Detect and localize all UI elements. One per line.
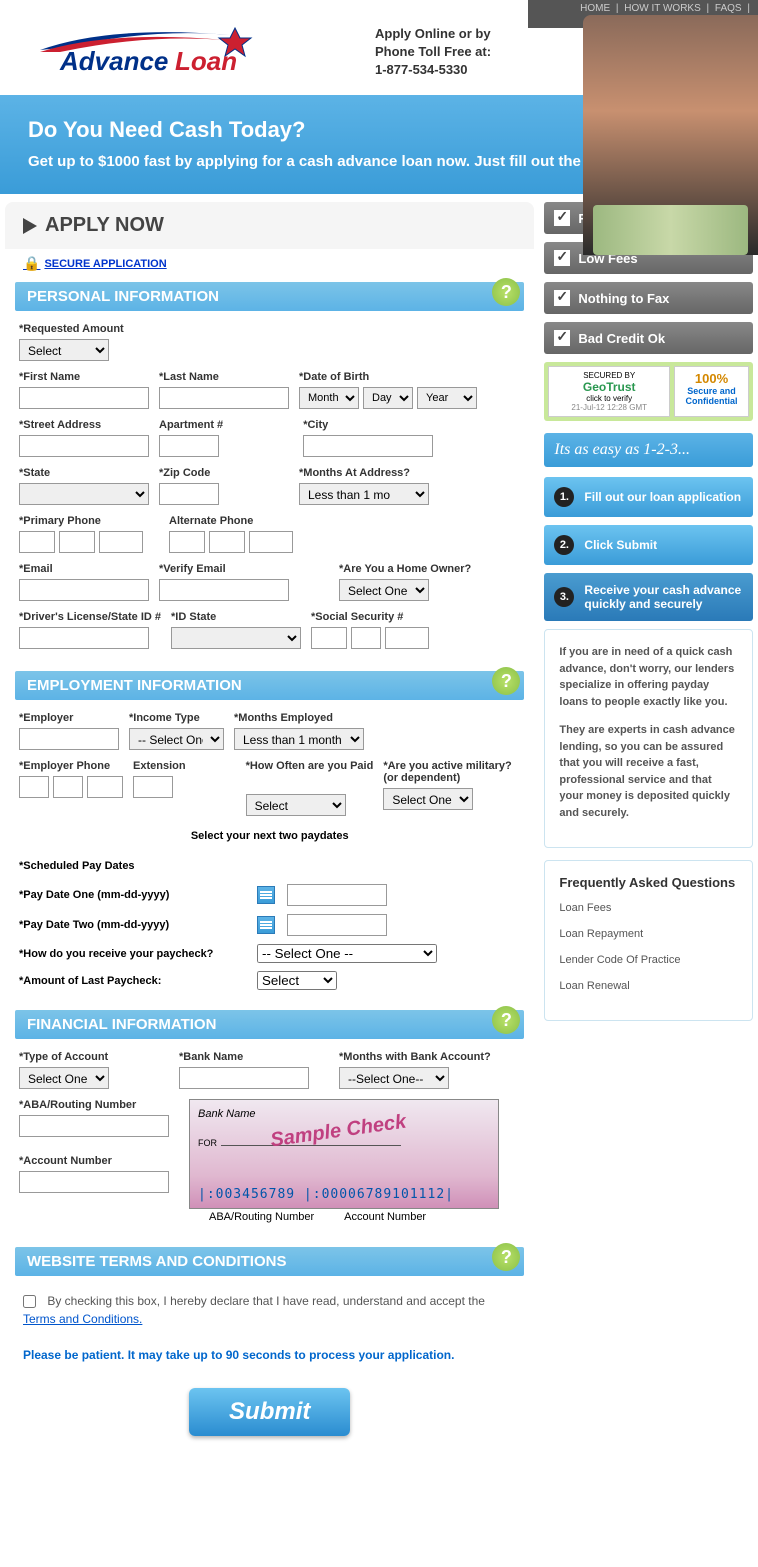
dob-month-select[interactable]: Month	[299, 387, 359, 409]
trust-badges: SECURED BY GeoTrust click to verify 21-J…	[544, 362, 753, 421]
routing-input[interactable]	[19, 1115, 169, 1137]
faq-box: Frequently Asked Questions Loan Fees Loa…	[544, 860, 753, 1021]
submit-button[interactable]: Submit	[189, 1388, 350, 1436]
dob-year-select[interactable]: Year	[417, 387, 477, 409]
calendar-icon[interactable]	[257, 886, 275, 904]
months-employed-select[interactable]: Less than 1 month	[234, 728, 364, 750]
license-input[interactable]	[19, 627, 149, 649]
terms-checkbox[interactable]	[23, 1295, 36, 1308]
secure-application-link[interactable]: 🔒 SECURE APPLICATION	[5, 249, 534, 278]
secure-badge: 100% Secure and Confidential	[674, 366, 749, 417]
check-icon	[554, 330, 570, 346]
step-3: 3.Receive your cash advance quickly and …	[544, 573, 753, 621]
help-icon[interactable]: ?	[492, 1006, 520, 1034]
hero-image	[583, 15, 758, 255]
account-number-input[interactable]	[19, 1171, 169, 1193]
ssn-input[interactable]	[311, 627, 429, 649]
svg-text:Loan: Loan	[175, 46, 237, 76]
geotrust-badge[interactable]: SECURED BY GeoTrust click to verify 21-J…	[548, 366, 670, 417]
street-input[interactable]	[19, 435, 149, 457]
last-name-input[interactable]	[159, 387, 289, 409]
dob-day-select[interactable]: Day	[363, 387, 413, 409]
bank-name-input[interactable]	[179, 1067, 309, 1089]
help-icon[interactable]: ?	[492, 1243, 520, 1271]
zip-input[interactable]	[159, 483, 219, 505]
pay-frequency-select[interactable]: Select	[246, 794, 346, 816]
terms-link[interactable]: Terms and Conditions.	[23, 1312, 142, 1326]
apartment-input[interactable]	[159, 435, 219, 457]
check-icon	[554, 290, 570, 306]
paydate1-input[interactable]	[287, 884, 387, 906]
alt-phone-input[interactable]	[169, 531, 293, 553]
account-type-select[interactable]: Select One	[19, 1067, 109, 1089]
feature-bad-credit: Bad Credit Ok	[544, 322, 753, 354]
info-box: If you are in need of a quick cash advan…	[544, 629, 753, 848]
employer-input[interactable]	[19, 728, 119, 750]
state-select[interactable]	[19, 483, 149, 505]
faq-link-repayment[interactable]: Loan Repayment	[559, 928, 738, 940]
email-input[interactable]	[19, 579, 149, 601]
nav-faqs[interactable]: FAQS	[715, 3, 742, 14]
help-icon[interactable]: ?	[492, 278, 520, 306]
verify-email-input[interactable]	[159, 579, 289, 601]
paydate2-input[interactable]	[287, 914, 387, 936]
homeowner-select[interactable]: Select One	[339, 579, 429, 601]
section-financial: FINANCIAL INFORMATION?	[15, 1010, 524, 1039]
patience-message: Please be patient. It may take up to 90 …	[5, 1340, 534, 1370]
step-1: 1.Fill out our loan application	[544, 477, 753, 517]
arrow-right-icon	[23, 218, 37, 234]
requested-amount-select[interactable]: Select	[19, 339, 109, 361]
first-name-input[interactable]	[19, 387, 149, 409]
step-2: 2.Click Submit	[544, 525, 753, 565]
months-bank-select[interactable]: --Select One--	[339, 1067, 449, 1089]
city-input[interactable]	[303, 435, 433, 457]
faq-link-renewal[interactable]: Loan Renewal	[559, 980, 738, 992]
last-paycheck-select[interactable]: Select	[257, 971, 337, 990]
svg-text:Advance: Advance	[59, 46, 168, 76]
calendar-icon[interactable]	[257, 916, 275, 934]
feature-no-fax: Nothing to Fax	[544, 282, 753, 314]
income-type-select[interactable]: -- Select One	[129, 728, 224, 750]
section-terms: WEBSITE TERMS AND CONDITIONS?	[15, 1247, 524, 1276]
section-personal: PERSONAL INFORMATION?	[15, 282, 524, 311]
nav-home[interactable]: HOME	[580, 3, 610, 14]
check-icon	[554, 250, 570, 266]
receive-paycheck-select[interactable]: -- Select One --	[257, 944, 437, 963]
id-state-select[interactable]	[171, 627, 301, 649]
extension-input[interactable]	[133, 776, 173, 798]
lock-icon: 🔒	[23, 255, 40, 272]
employer-phone-input[interactable]	[19, 776, 123, 798]
military-select[interactable]: Select One	[383, 788, 473, 810]
primary-phone-input[interactable]	[19, 531, 143, 553]
faq-link-fees[interactable]: Loan Fees	[559, 902, 738, 914]
logo[interactable]: Advance Loan	[0, 10, 280, 95]
nav-how[interactable]: HOW IT WORKS	[624, 3, 700, 14]
months-address-select[interactable]: Less than 1 mo	[299, 483, 429, 505]
help-icon[interactable]: ?	[492, 667, 520, 695]
section-employment: EMPLOYMENT INFORMATION?	[15, 671, 524, 700]
faq-link-practice[interactable]: Lender Code Of Practice	[559, 954, 738, 966]
check-icon	[554, 210, 570, 226]
sample-check-image: Bank Name FOR Sample Check |:003456789 |…	[189, 1099, 499, 1209]
phone-info: Apply Online or by Phone Toll Free at: 1…	[280, 10, 491, 95]
easy-heading: Its as easy as 1-2-3...	[544, 433, 753, 467]
apply-now-heading: APPLY NOW	[23, 214, 516, 237]
